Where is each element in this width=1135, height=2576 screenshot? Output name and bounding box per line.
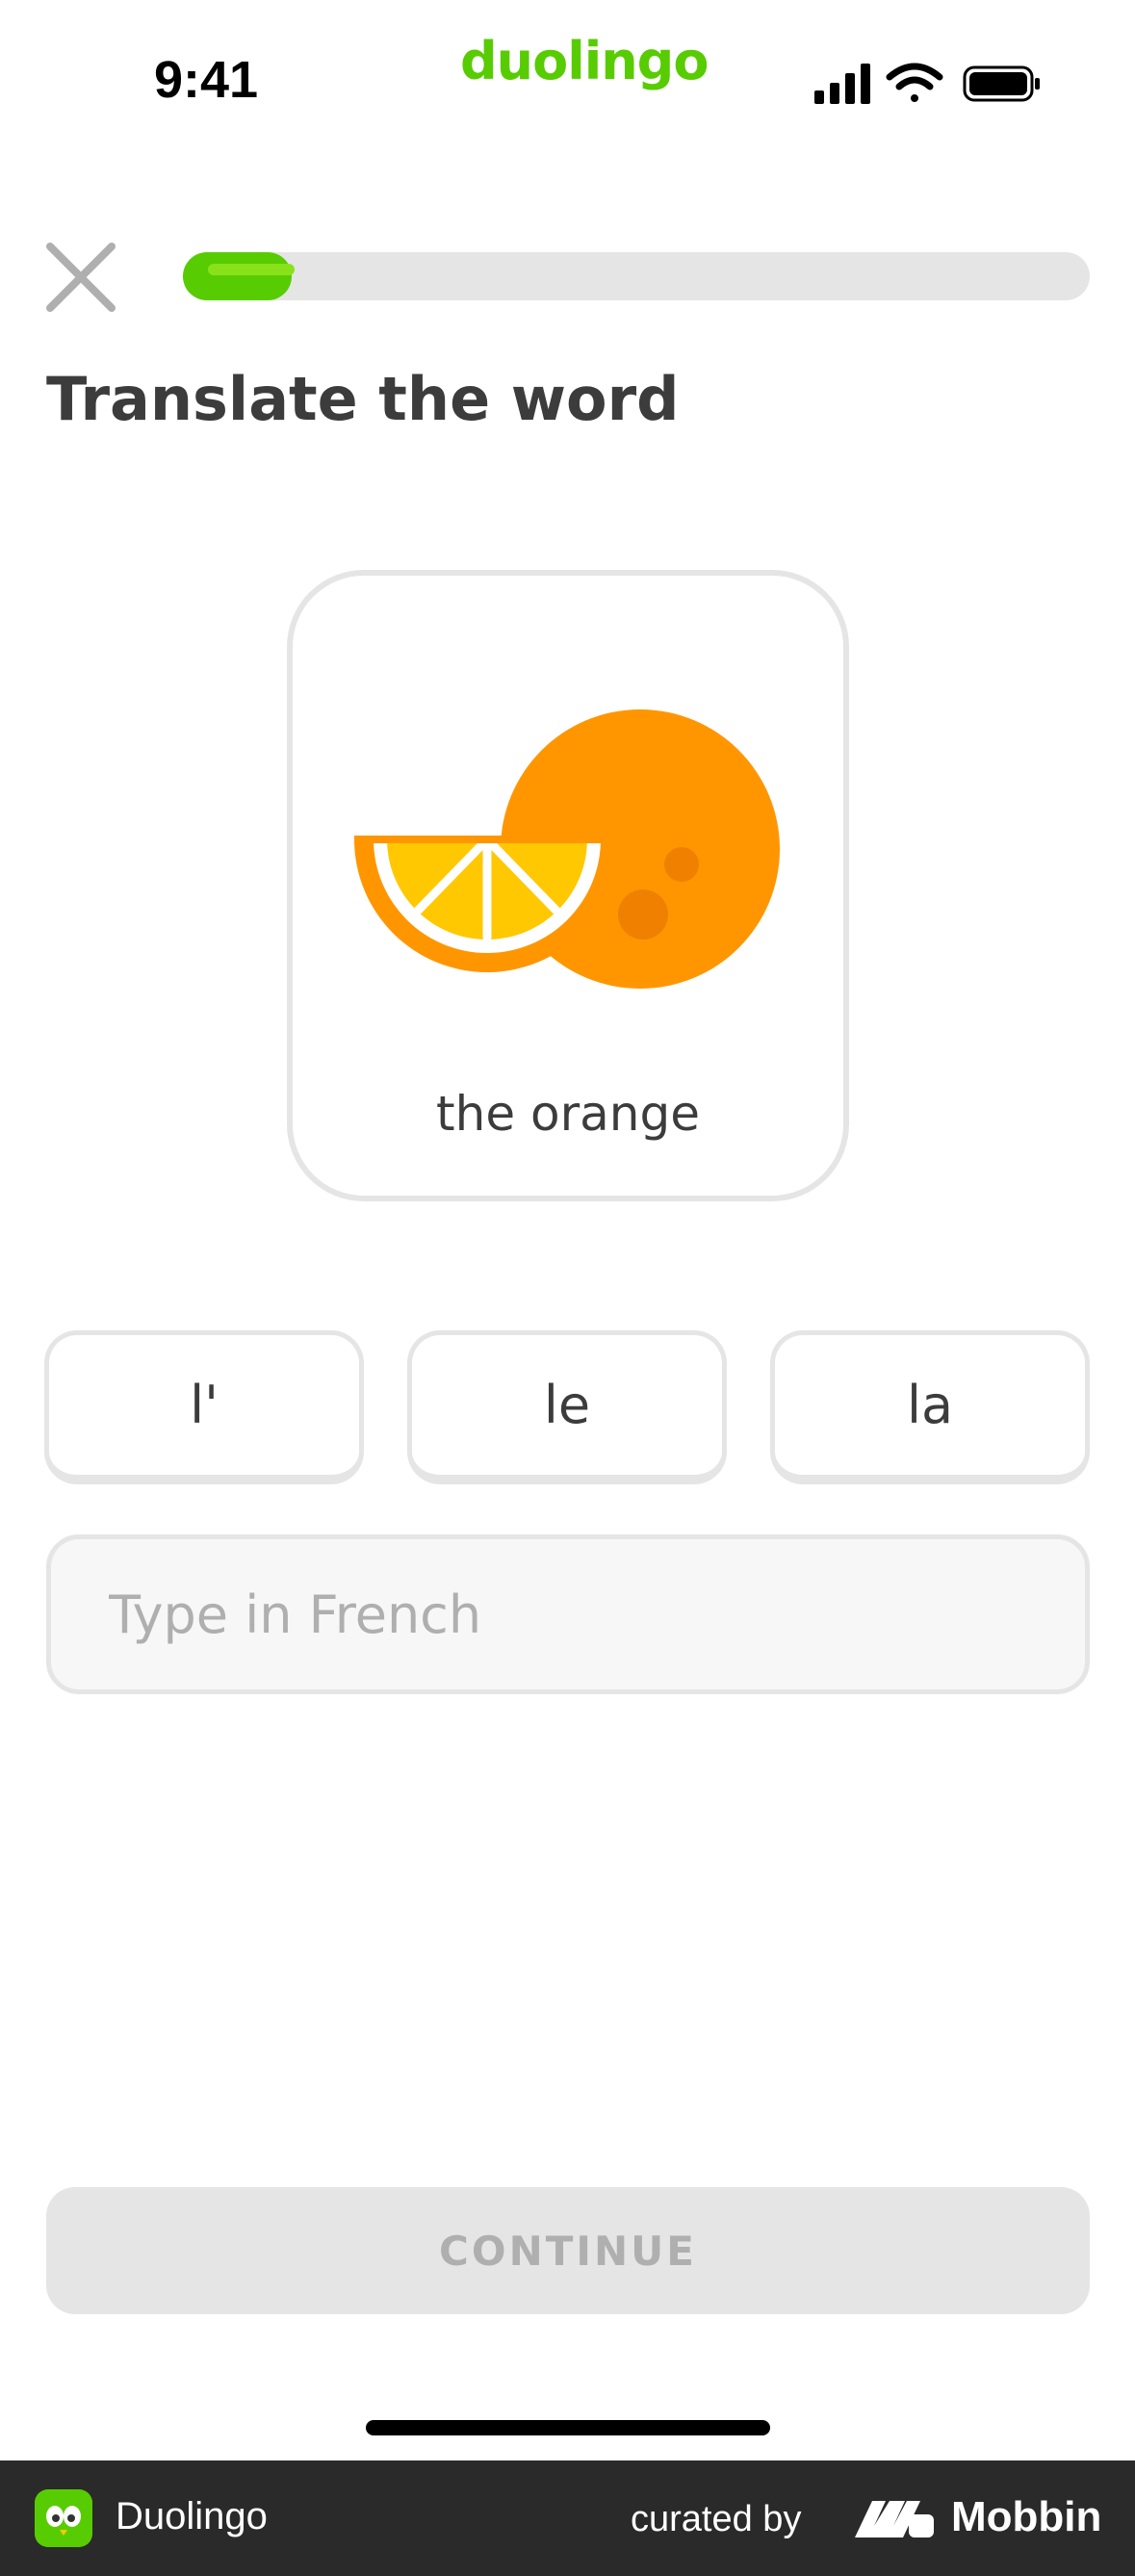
home-indicator	[366, 2420, 770, 2435]
battery-icon	[963, 65, 1040, 102]
lesson-progress-track	[183, 252, 1090, 300]
answer-input[interactable]	[46, 1534, 1090, 1694]
footer-brand: Mobbin	[951, 2493, 1102, 2540]
page-title: Translate the word	[46, 364, 680, 434]
lesson-progress-fill	[183, 252, 292, 300]
close-icon[interactable]	[44, 241, 117, 314]
continue-button[interactable]: CONTINUE	[46, 2187, 1090, 2314]
duolingo-logo-icon	[35, 2489, 92, 2547]
orange-icon	[354, 709, 780, 989]
word-chip-l[interactable]: l'	[44, 1330, 364, 1484]
card-label: the orange	[436, 1086, 700, 1142]
footer-app-name: Duolingo	[116, 2495, 268, 2537]
word-chip-la[interactable]: la	[770, 1330, 1090, 1484]
footer-curated-label: curated by	[631, 2499, 802, 2539]
wifi-icon	[886, 63, 943, 102]
signal-icon	[814, 64, 870, 104]
status-time: 9:41	[154, 51, 259, 109]
word-chip-le[interactable]: le	[407, 1330, 727, 1484]
mobbin-logo-icon	[855, 2501, 934, 2537]
status-icons	[814, 63, 1040, 104]
progress-highlight	[208, 264, 295, 275]
app-wordmark: duolingo	[460, 31, 709, 91]
